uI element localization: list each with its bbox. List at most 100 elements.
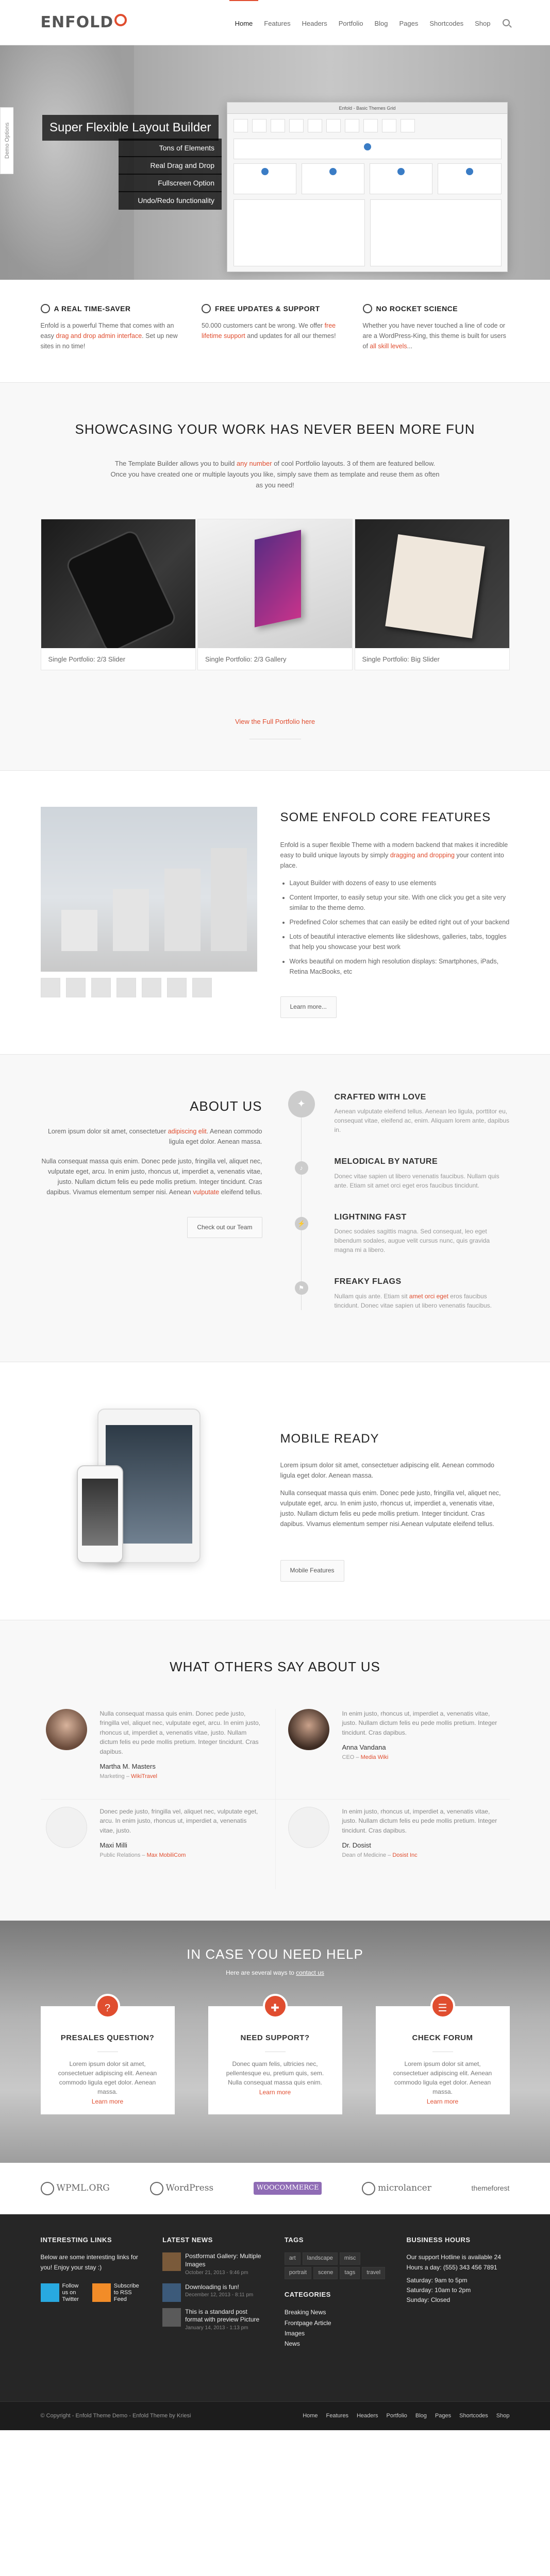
nav-item-features[interactable]: Features <box>258 0 296 45</box>
list-item: Works beautiful on modern high resolutio… <box>290 956 510 977</box>
tag[interactable]: scene <box>313 2266 338 2279</box>
tag[interactable]: art <box>284 2252 301 2265</box>
section-title: SHOWCASING YOUR WORK HAS NEVER BEEN MORE… <box>75 421 475 437</box>
portfolio-caption: Single Portfolio: 2/3 Gallery <box>205 655 287 664</box>
nav-item-home[interactable]: Home <box>229 0 259 45</box>
inline-link[interactable]: amet orci eget <box>409 1293 448 1300</box>
learn-more-link[interactable]: Learn more <box>427 2098 458 2105</box>
logo-wpml[interactable]: WPML.ORG <box>40 2181 110 2195</box>
rss-subscribe[interactable]: Subscribe to RSS Feed <box>92 2283 144 2303</box>
gallery-thumb[interactable] <box>166 978 187 998</box>
help-cards: ? PRESALES QUESTION? Lorem ipsum dolor s… <box>40 1994 510 2115</box>
gallery-thumb[interactable] <box>192 978 212 998</box>
mobile-features-button[interactable]: Mobile Features <box>280 1560 344 1582</box>
footer-hours-column: BUSINESS HOURS Our support Hotline is av… <box>406 2235 501 2304</box>
footer-nav-item[interactable]: Blog <box>415 2412 427 2421</box>
tag[interactable]: travel <box>362 2266 386 2279</box>
company-link[interactable]: WikiTravel <box>131 1773 157 1780</box>
logo-wordpress[interactable]: WordPress <box>149 2181 213 2195</box>
category-link[interactable]: News <box>285 2338 388 2349</box>
logo-woocommerce[interactable]: WOOCOMMERCE <box>253 2182 322 2195</box>
category-link[interactable]: Images <box>285 2328 388 2338</box>
demo-options-tab[interactable]: Demo Options <box>0 107 13 174</box>
category-link[interactable]: Breaking News <box>285 2307 388 2317</box>
category-link[interactable]: Frontpage Article <box>285 2318 388 2328</box>
view-portfolio-link[interactable]: View the Full Portfolio here <box>235 718 315 725</box>
help-card: ✚ NEED SUPPORT? Donec quam felis, ultric… <box>208 1994 342 2115</box>
footer-nav-item[interactable]: Portfolio <box>387 2412 407 2421</box>
company-link[interactable]: Max MobiliCom <box>147 1852 186 1858</box>
refresh-icon <box>202 304 211 314</box>
nav-item-pages[interactable]: Pages <box>393 0 424 45</box>
nav-item-headers[interactable]: Headers <box>296 0 333 45</box>
help-subtitle: Here are several ways to contact us <box>226 1969 324 1977</box>
forum-icon: ☰ <box>430 1994 455 2019</box>
portfolio-item[interactable]: Single Portfolio: Big Slider <box>354 519 510 671</box>
site-logo[interactable]: ENFOLD <box>41 10 127 35</box>
inline-link[interactable]: dragging and dropping <box>390 852 455 859</box>
section-title: ABOUT US <box>190 1098 262 1114</box>
company-link[interactable]: Media Wiki <box>361 1754 389 1760</box>
nav-item-portfolio[interactable]: Portfolio <box>333 0 369 45</box>
lightning-icon: ⚡ <box>294 1216 308 1230</box>
team-button[interactable]: Check out our Team <box>187 1217 262 1239</box>
footer-tags-column: TAGS art landscape misc portrait scene t… <box>284 2235 388 2349</box>
footer-nav-item[interactable]: Headers <box>357 2412 378 2421</box>
section-title: IN CASE YOU NEED HELP <box>187 1946 363 1962</box>
portfolio-image <box>41 519 195 649</box>
gallery-thumb[interactable] <box>65 978 86 998</box>
company-link[interactable]: Dosist Inc <box>392 1852 417 1858</box>
learn-more-button[interactable]: Learn more... <box>280 996 337 1018</box>
nav-item-shortcodes[interactable]: Shortcodes <box>424 0 469 45</box>
footer-nav-item[interactable]: Shop <box>496 2412 510 2421</box>
logo-microlancer[interactable]: microlancer <box>362 2181 431 2195</box>
gallery-thumbnails <box>40 978 257 998</box>
hero-background <box>0 45 134 280</box>
nav-item-blog[interactable]: Blog <box>369 0 393 45</box>
portfolio-item[interactable]: Single Portfolio: 2/3 Slider <box>40 519 196 671</box>
learn-more-link[interactable]: Learn more <box>259 2089 291 2096</box>
inline-link[interactable]: adipiscing elit <box>168 1128 207 1135</box>
hero-feature: Real Drag and Drop <box>119 156 222 175</box>
gallery-thumb[interactable] <box>40 978 60 998</box>
support-icon: ✚ <box>262 1994 288 2019</box>
feature-link[interactable]: all skill levels <box>370 343 407 350</box>
news-item[interactable]: This is a standard post format with prev… <box>162 2308 265 2332</box>
avatar <box>288 1708 329 1750</box>
footer-nav-item[interactable]: Pages <box>435 2412 451 2421</box>
footer-nav-item[interactable]: Home <box>303 2412 318 2421</box>
portfolio-item[interactable]: Single Portfolio: 2/3 Gallery <box>197 519 353 671</box>
core-features-section: SOME ENFOLD CORE FEATURES Enfold is a su… <box>0 771 550 1054</box>
gallery-thumb[interactable] <box>91 978 111 998</box>
search-icon[interactable] <box>502 19 510 26</box>
twitter-follow[interactable]: Follow us on Twitter <box>40 2283 86 2303</box>
hero-slider: Demo Options Super Flexible Layout Build… <box>0 45 550 280</box>
hero-feature: Tons of Elements <box>119 139 222 158</box>
rss-icon <box>92 2283 111 2302</box>
footer-nav-item[interactable]: Shortcodes <box>459 2412 488 2421</box>
contact-link[interactable]: contact us <box>296 1969 324 1976</box>
rocket-icon <box>362 304 372 314</box>
inline-link[interactable]: vulputate <box>193 1189 219 1196</box>
tag[interactable]: portrait <box>284 2266 312 2279</box>
news-item[interactable]: Downloading is fun! December 12, 2013 - 8… <box>162 2283 265 2302</box>
core-feature-list: Layout Builder with dozens of easy to us… <box>290 878 510 977</box>
tag[interactable]: misc <box>339 2252 361 2265</box>
showcase-section: SHOWCASING YOUR WORK HAS NEVER BEEN MORE… <box>0 382 550 771</box>
tag[interactable]: tags <box>340 2266 360 2279</box>
news-item[interactable]: Postformat Gallery: Multiple Images Octob… <box>162 2252 265 2277</box>
logo-themeforest[interactable]: themeforest <box>472 2182 510 2194</box>
main-nav: Home Features Headers Portfolio Blog Pag… <box>229 0 510 45</box>
question-icon: ? <box>95 1994 120 2019</box>
learn-more-link[interactable]: Learn more <box>92 2098 123 2105</box>
gallery-thumb[interactable] <box>116 978 136 998</box>
intro-link[interactable]: any number <box>237 460 272 467</box>
section-title: MOBILE READY <box>280 1431 379 1446</box>
footer-nav-item[interactable]: Features <box>326 2412 348 2421</box>
nav-item-shop[interactable]: Shop <box>469 0 496 45</box>
gallery-thumb[interactable] <box>141 978 161 998</box>
tag-cloud: art landscape misc portrait scene tags t… <box>284 2252 388 2279</box>
tag[interactable]: landscape <box>302 2252 338 2265</box>
portfolio-grid: Single Portfolio: 2/3 Slider Single Port… <box>40 519 510 671</box>
feature-link[interactable]: drag and drop admin interface <box>56 332 142 340</box>
